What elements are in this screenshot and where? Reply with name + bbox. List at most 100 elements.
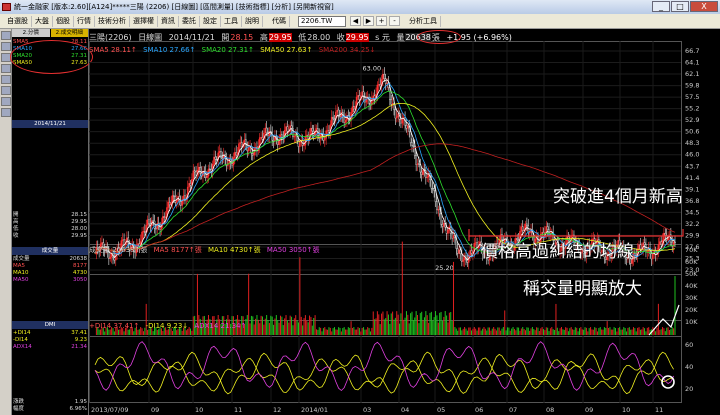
candle-body	[209, 168, 211, 170]
tab-price-dist[interactable]: 2.分價	[12, 29, 50, 37]
volume-bar	[477, 327, 479, 335]
next-icon[interactable]: ▶	[363, 16, 374, 26]
candle-body	[336, 109, 339, 113]
volume-bar	[482, 328, 484, 335]
volume-bar	[536, 327, 538, 335]
menu-market[interactable]: 大盤	[32, 15, 53, 27]
tab-trade-detail[interactable]: 2.成交明細	[50, 29, 88, 37]
candle-body	[252, 153, 254, 156]
volume-bar	[393, 319, 395, 335]
volume-bar	[502, 327, 504, 335]
panel-volume-tab[interactable]: 成交量	[12, 247, 88, 255]
quote-low: 28.00	[307, 33, 331, 42]
volume-bar	[181, 330, 183, 335]
volume-bar	[540, 328, 542, 335]
tool-button[interactable]	[1, 42, 11, 51]
prev-icon[interactable]: ◀	[350, 16, 361, 26]
volume-bar	[583, 329, 585, 335]
volume-bar	[275, 315, 277, 335]
close-button[interactable]: X	[690, 1, 718, 12]
volume-bar	[408, 323, 410, 335]
volume-bar	[491, 328, 493, 335]
candle-body	[261, 137, 264, 140]
candle-body	[146, 219, 149, 226]
candle-body	[412, 145, 415, 147]
menu-order[interactable]: 委託	[179, 15, 200, 27]
candle-body	[369, 103, 372, 106]
minimize-button[interactable]: _	[652, 1, 670, 12]
candle-body	[281, 134, 283, 138]
candle-body	[214, 156, 217, 160]
price-tick-label: 32.2	[685, 220, 699, 228]
volume-bar	[646, 327, 648, 335]
volume-bar	[465, 328, 467, 335]
volume-bar	[371, 327, 373, 335]
candle-body	[163, 216, 166, 218]
tool-button[interactable]	[1, 31, 11, 40]
tool-button[interactable]	[1, 108, 11, 117]
menu-technical[interactable]: 技術分析	[95, 15, 130, 27]
volume-bar	[327, 329, 329, 335]
menu-info[interactable]: 資訊	[158, 15, 179, 27]
menu-tools[interactable]: 工具	[221, 15, 242, 27]
volume-bar	[674, 276, 676, 335]
candle-body	[330, 116, 333, 125]
volume-bar	[325, 329, 327, 335]
volume-bar	[453, 261, 455, 335]
volume-bar	[613, 327, 615, 335]
panel-vol-ma50-value: 3050	[73, 277, 87, 283]
volume-bar	[480, 330, 482, 335]
volume-bar	[274, 318, 276, 335]
menu-options[interactable]: 選擇權	[130, 15, 158, 27]
volume-bar	[563, 329, 565, 335]
volume-bar	[142, 331, 144, 335]
tool-button[interactable]	[1, 86, 11, 95]
volume-bar	[303, 318, 305, 335]
analysis-tools-button[interactable]: 分析工具	[406, 15, 441, 27]
quote-low-label: 低	[298, 33, 307, 42]
volume-bar	[257, 319, 259, 335]
volume-bar	[591, 329, 593, 335]
panel-high-value: 29.95	[71, 219, 87, 225]
volume-bar	[455, 328, 457, 335]
volume-bar	[307, 322, 309, 335]
tool-button[interactable]	[1, 64, 11, 73]
chart-area[interactable]: 66.7 64.1 62.1 59.8 57.5 55.2 52.9 50.6 48.3 46.0…	[89, 29, 720, 415]
tool-button[interactable]	[1, 97, 11, 106]
panel-vol-ma5-value: 8177	[73, 263, 87, 269]
volume-bar	[291, 316, 293, 335]
menu-settings[interactable]: 設定	[200, 15, 221, 27]
volume-bar	[354, 329, 356, 335]
maximize-button[interactable]: □	[671, 1, 689, 12]
volume-bar	[277, 320, 279, 335]
menu-quotes[interactable]: 行情	[74, 15, 95, 27]
volume-bar	[286, 320, 288, 335]
menu-help[interactable]: 說明	[242, 15, 263, 27]
price-tick-label: 36.8	[685, 197, 699, 205]
volume-bar	[321, 331, 323, 335]
chart-svg[interactable]: 66.7 64.1 62.1 59.8 57.5 55.2 52.9 50.6 48.3 46.0…	[89, 29, 720, 415]
volume-bar	[610, 329, 612, 335]
menu-watchlist[interactable]: 自選股	[4, 15, 32, 27]
stock-code-input[interactable]	[298, 15, 346, 27]
volume-bar	[473, 327, 475, 335]
candle-body	[431, 188, 434, 190]
volume-bar	[580, 327, 582, 335]
legend-mdi: -DI14 9.23↓	[145, 322, 189, 330]
candle-body	[285, 126, 287, 131]
zoom-in-icon[interactable]: +	[376, 16, 387, 26]
price-tick-label: 39.1	[685, 185, 699, 193]
tool-button[interactable]	[1, 75, 11, 84]
volume-bar	[574, 327, 576, 335]
volume-bar	[278, 322, 280, 335]
volume-bar	[271, 316, 273, 335]
panel-vol-ma10-label: MA10	[13, 270, 29, 276]
price-tick-label: 66.7	[685, 47, 699, 55]
zoom-out-icon[interactable]: -	[389, 16, 400, 26]
candle-body	[436, 201, 438, 210]
panel-change-label: 漲跌	[13, 399, 25, 405]
panel-dmi-tab[interactable]: DMI	[12, 321, 88, 329]
volume-bar	[670, 329, 672, 335]
menu-stock[interactable]: 個股	[53, 15, 74, 27]
candle-body	[638, 244, 640, 249]
